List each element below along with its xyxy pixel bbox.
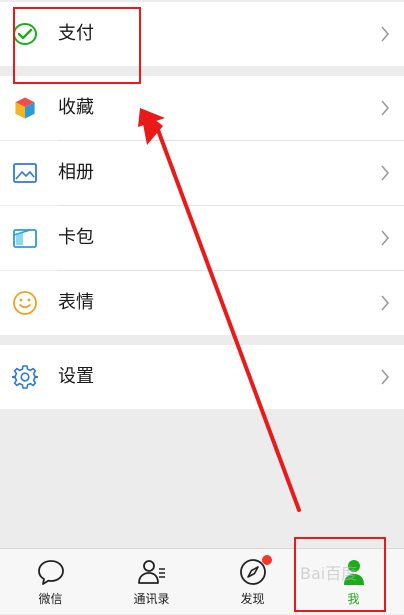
menu-row-stickers[interactable]: 表情 (0, 271, 404, 335)
menu-label-favorites: 收藏 (58, 97, 94, 118)
picture-icon (13, 163, 37, 183)
menu-label-settings: 设置 (58, 366, 94, 387)
contacts-icon (137, 560, 165, 584)
smiley-icon (13, 291, 37, 315)
wallet-check-icon (13, 23, 37, 45)
tab-chats[interactable]: 微信 (0, 549, 101, 615)
chat-bubble-icon (37, 560, 64, 585)
menu-row-settings[interactable]: 设置 (0, 345, 404, 409)
menu-label-pay: 支付 (58, 23, 94, 44)
cube-icon (14, 96, 36, 120)
chevron-right-icon (381, 295, 390, 311)
gear-icon (12, 365, 38, 389)
person-icon (343, 560, 364, 585)
menu-row-album[interactable]: 相册 (0, 141, 404, 205)
chevron-right-icon (381, 165, 390, 181)
tab-label-chats: 微信 (38, 592, 63, 606)
tab-me[interactable]: 我 (303, 549, 404, 615)
menu-label-cards: 卡包 (58, 227, 94, 248)
chevron-right-icon (381, 100, 390, 116)
chevron-right-icon (381, 230, 390, 246)
tab-contacts[interactable]: 通讯录 (101, 549, 202, 615)
chevron-right-icon (381, 369, 390, 385)
tab-label-discover: 发现 (240, 592, 265, 606)
discover-badge-dot (262, 555, 272, 565)
menu-row-pay[interactable]: 支付 (0, 2, 404, 66)
tab-discover[interactable]: 发现 (202, 549, 303, 615)
menu-label-stickers: 表情 (58, 292, 94, 313)
tab-label-me: 我 (347, 592, 360, 606)
menu-label-album: 相册 (58, 162, 94, 183)
tab-label-contacts: 通讯录 (133, 592, 170, 606)
bottom-tab-bar: 微信 通讯录 发现 我 (0, 548, 404, 614)
menu-row-cards[interactable]: 卡包 (0, 206, 404, 270)
chevron-right-icon (381, 26, 390, 42)
card-wallet-icon (13, 229, 37, 248)
menu-row-favorites[interactable]: 收藏 (0, 76, 404, 140)
